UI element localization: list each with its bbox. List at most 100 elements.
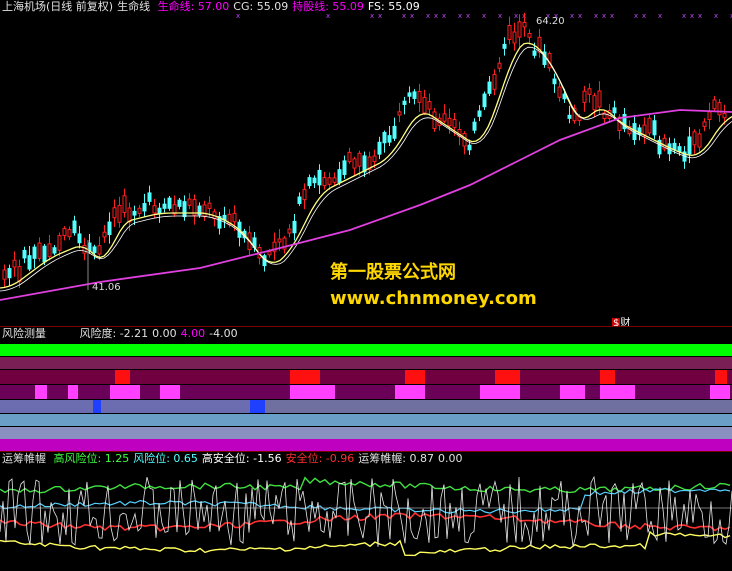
- risk-blue-block: [250, 400, 265, 413]
- risk-pink-block: [35, 385, 47, 399]
- candle-body: [62, 228, 67, 237]
- candle-body: [72, 220, 77, 234]
- main-header-item-1: CG: 55.09: [233, 0, 289, 13]
- signal-mark: x: [610, 12, 614, 20]
- risk-pink-block: [480, 385, 520, 399]
- signal-mark: x: [634, 12, 638, 20]
- candle-body: [2, 269, 7, 280]
- candle-body: [157, 207, 162, 215]
- signal-mark: x: [578, 12, 582, 20]
- oscillator-panel[interactable]: 运筹帷幄 高风险位: 1.25 风险位: 0.65 高安全位: -1.56 安全位: …: [0, 451, 732, 571]
- candle-body: [82, 244, 87, 254]
- candle-body: [702, 121, 707, 127]
- candle-body: [122, 195, 127, 213]
- risk-red-block: [715, 370, 727, 384]
- candle-body: [712, 99, 717, 110]
- signal-mark: x: [698, 12, 702, 20]
- candle-body: [287, 228, 292, 234]
- candle-body: [642, 124, 647, 136]
- risk-band-4: [0, 414, 732, 426]
- candle-body: [502, 43, 507, 49]
- candle-body: [32, 246, 37, 259]
- price-chart-panel[interactable]: xxxxxxxxxxxxxxxxxxxxxxxxxxxxxx 上海机场(日线 前…: [0, 0, 732, 329]
- candle-body: [27, 255, 32, 270]
- candle-body: [142, 203, 147, 212]
- risk-band-0: [0, 357, 732, 369]
- candle-body: [687, 136, 692, 155]
- candle-body: [402, 100, 407, 105]
- candle-body: [447, 117, 452, 127]
- candle-body: [107, 221, 112, 236]
- candle-body: [22, 249, 27, 259]
- risk-pink-block: [68, 385, 78, 399]
- risk-band-1: [0, 370, 732, 384]
- candle-body: [327, 177, 332, 185]
- main-header: 上海机场(日线 前复权) 生命线 生命线: 57.00 CG: 55.09 持股线: …: [2, 1, 428, 13]
- candle-body: [692, 131, 697, 146]
- candle-body: [422, 96, 427, 114]
- signal-mark: x: [682, 12, 686, 20]
- candle-body: [507, 24, 512, 41]
- candle-body: [522, 22, 527, 28]
- candle-body: [612, 107, 617, 114]
- risk-measure-panel[interactable]: 风险测量 风险度: -2.21 0.00 4.00 -4.00: [0, 326, 732, 451]
- candle-body: [167, 197, 172, 209]
- risk-pink-block: [290, 385, 335, 399]
- signal-mark: x: [658, 12, 662, 20]
- signal-mark: x: [642, 12, 646, 20]
- signal-mark: x: [602, 12, 606, 20]
- candle-body: [127, 207, 132, 223]
- risk-bars: [0, 344, 732, 451]
- candle-body: [307, 177, 312, 187]
- candle-body: [417, 90, 422, 103]
- candle-body: [337, 169, 342, 183]
- risk-pink-block: [600, 385, 635, 399]
- candle-body: [597, 90, 602, 108]
- risk-pink-block: [110, 385, 140, 399]
- risk-band-6: [0, 439, 732, 451]
- candle-body: [707, 111, 712, 121]
- candle-body: [7, 268, 12, 279]
- candle-body: [47, 243, 52, 258]
- signal-mark: x: [514, 12, 518, 20]
- candle-body: [497, 62, 502, 69]
- candle-body: [52, 247, 57, 254]
- risk-red-block: [405, 370, 425, 384]
- main-header-item-3: FS: 55.09: [367, 0, 420, 13]
- signal-mark: x: [236, 12, 240, 20]
- candle-body: [202, 204, 207, 217]
- candle-body: [482, 93, 487, 108]
- stock-title: 上海机场(日线 前复权): [2, 0, 114, 13]
- candle-body: [722, 112, 727, 119]
- signal-mark: x: [594, 12, 598, 20]
- candle-body: [517, 21, 522, 38]
- candle-body: [162, 203, 167, 209]
- watermark-url: www.chnmoney.com: [330, 288, 537, 309]
- candle-body: [527, 32, 532, 38]
- signal-mark: x: [458, 12, 462, 20]
- candle-body: [112, 207, 117, 219]
- candle-body: [377, 141, 382, 155]
- low-price-label: 41.06: [92, 282, 121, 293]
- signal-mark: x: [714, 12, 718, 20]
- candle-body: [322, 177, 327, 187]
- candle-body: [392, 125, 397, 139]
- candle-body: [302, 189, 307, 201]
- candle-body: [152, 205, 157, 214]
- candle-body: [57, 235, 62, 251]
- risk-red-block: [495, 370, 520, 384]
- candle-body: [442, 113, 447, 122]
- candle-body: [357, 152, 362, 167]
- candle-body: [132, 210, 137, 216]
- candle-body: [412, 91, 417, 99]
- risk-pink-block: [710, 385, 730, 399]
- candle-body: [312, 177, 317, 184]
- candle-body: [467, 144, 472, 151]
- candle-body: [407, 92, 412, 97]
- candle-body: [12, 259, 17, 268]
- candle-body: [697, 133, 702, 148]
- candle-body: [492, 73, 497, 90]
- oscillator-chart[interactable]: [0, 452, 732, 571]
- candle-body: [427, 101, 432, 110]
- candle-body: [587, 88, 592, 95]
